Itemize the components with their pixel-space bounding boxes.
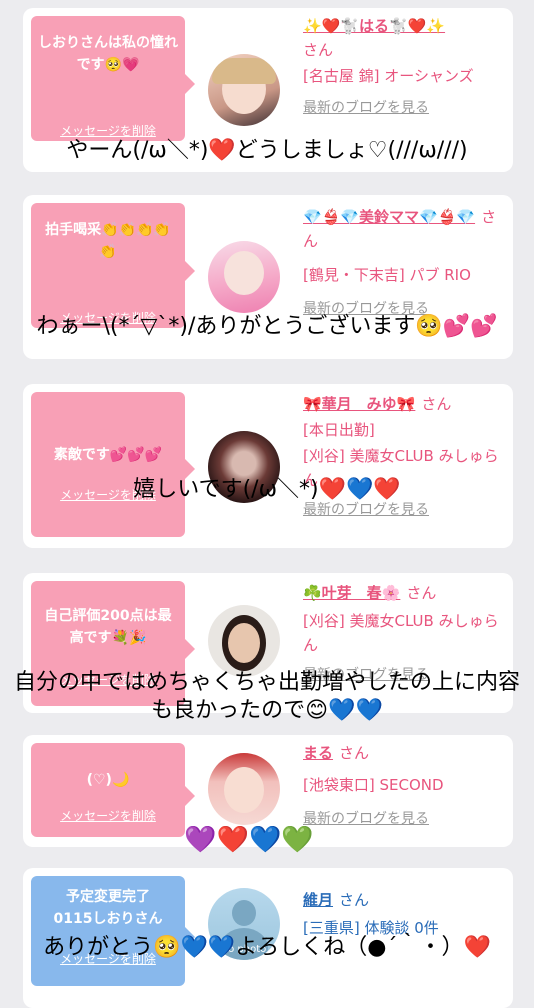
- avatar[interactable]: [208, 753, 280, 825]
- shop-link[interactable]: [鶴見・下末吉] パブ RIO: [303, 263, 503, 287]
- reply-overlay-text: わぁー\(*´▽`*)/ありがとうございます🥺💕💕: [36, 314, 498, 339]
- avatar[interactable]: [208, 54, 280, 126]
- profile-name-link[interactable]: 維月: [303, 891, 333, 909]
- profile-name-link[interactable]: 🎀華月 みゆ🎀: [303, 395, 415, 413]
- message-text: 自己評価200点は最高です💐🎉: [44, 608, 172, 646]
- work-today-label: [本日出勤]: [303, 421, 375, 439]
- message-text: 予定変更完了0115しおりさん: [53, 889, 163, 927]
- message-bubble: しおりさんは私の憧れです🥺💗 メッセージを削除: [31, 16, 195, 141]
- profile-info: まる さん [池袋東口] SECOND 最新のブログを見る: [303, 741, 503, 829]
- profile-name-link[interactable]: 💎👙💎美鈴ママ💎👙💎: [303, 208, 475, 226]
- reply-overlay-text: やーん(/ω＼*)❤️どうしましょ♡(///ω///): [66, 138, 468, 163]
- latest-blog-link[interactable]: 最新のブログを見る: [303, 98, 503, 118]
- message-text: (♡)🌙: [86, 772, 130, 788]
- message-text: しおりさんは私の憧れです🥺💗: [38, 35, 178, 73]
- avatar[interactable]: [208, 241, 280, 313]
- profile-name-link[interactable]: まる: [303, 744, 333, 762]
- shop-link[interactable]: [刈谷] 美魔女CLUB みしゅらん: [303, 609, 503, 657]
- honorific: さん: [421, 395, 452, 413]
- honorific: さん: [339, 744, 370, 762]
- avatar[interactable]: [208, 605, 280, 677]
- message-bubble: (♡)🌙 メッセージを削除: [31, 743, 195, 837]
- reply-overlay-text: 💜❤️💙💚: [184, 825, 314, 855]
- reply-overlay-text: 嬉しいです(/ω＼*)❤️💙❤️: [133, 477, 401, 502]
- message-bubble: 予定変更完了0115しおりさん メッセージを削除: [31, 876, 195, 986]
- profile-name-link[interactable]: ✨❤️🐩はる🐩❤️✨: [303, 17, 445, 35]
- reply-overlay-text: 自分の中ではめちゃくちゃ出勤増やしたの上に内容も良かったので😊💙💙: [13, 670, 520, 723]
- message-bubble: 拍手喝采👏👏👏👏👏 メッセージを削除: [31, 203, 195, 328]
- honorific: さん: [406, 584, 437, 602]
- message-text: 拍手喝采👏👏👏👏👏: [45, 222, 171, 260]
- message-bubble: 素敵です💕💕💕 メッセージを削除: [31, 392, 195, 537]
- honorific: さん: [339, 891, 370, 909]
- honorific: さん: [303, 41, 334, 59]
- profile-info: ✨❤️🐩はる🐩❤️✨ さん [名古屋 錦] オーシャンズ 最新のブログを見る: [303, 14, 503, 118]
- delete-message-link[interactable]: メッセージを削除: [31, 805, 185, 827]
- reply-overlay-text: ありがとう🥺💙💙よろしくね（●´｀・）❤️: [43, 935, 491, 960]
- profile-info: 💎👙💎美鈴ママ💎👙💎 さん [鶴見・下末吉] パブ RIO 最新のブログを見る: [303, 205, 503, 319]
- profile-info: 維月 さん [三重県] 体験談 0件: [303, 888, 503, 940]
- shop-link[interactable]: [名古屋 錦] オーシャンズ: [303, 64, 503, 88]
- message-text: 素敵です💕💕💕: [53, 447, 163, 463]
- message-card: 素敵です💕💕💕 メッセージを削除 🎀華月 みゆ🎀 さん [本日出勤] [刈谷] 美…: [23, 384, 513, 548]
- profile-name-link[interactable]: ☘️叶芽 春🌸: [303, 584, 400, 602]
- shop-link[interactable]: [池袋東口] SECOND: [303, 773, 503, 797]
